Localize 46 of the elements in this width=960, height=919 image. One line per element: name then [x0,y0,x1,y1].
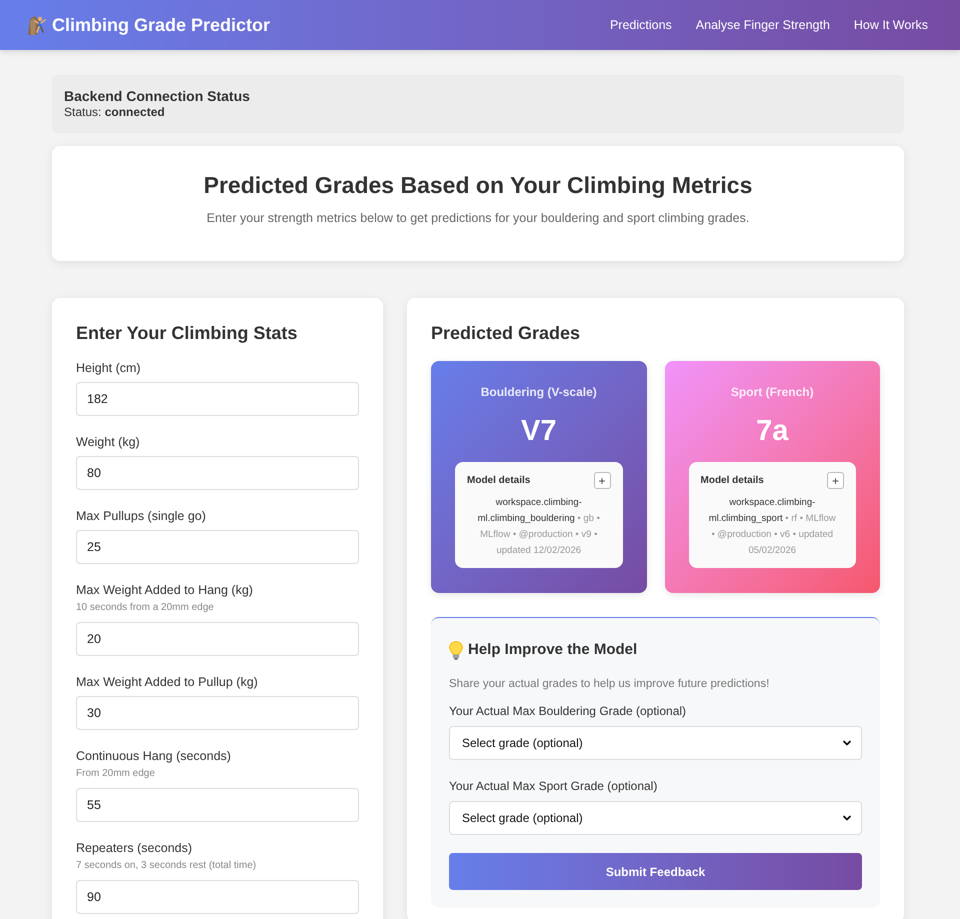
status-title: Backend Connection Status [64,88,250,105]
model-details-text: workspace.climbing-ml.climbing_bouldering • gb • MLflow • @production • v9 • updated 12/02/2026 [476,496,601,558]
expand-button[interactable]: + [594,472,610,489]
nav-link[interactable]: Predictions [610,16,672,34]
field-hint: From 20mm edge [76,768,155,780]
field-label: Repeaters (seconds) [76,840,192,856]
field-hint: 7 seconds on, 3 seconds rest (total time) [76,860,256,872]
field-label: Max Weight Added to Hang (kg) [76,582,253,598]
climber-icon [27,15,46,35]
grade-value: V7 [521,414,556,448]
grade-value: 7a [756,414,788,448]
grade-label: Bouldering (V-scale) [480,384,597,400]
grade-select[interactable]: Select grade (optional) [449,726,862,760]
field-hint: 10 seconds from a 20mm edge [76,602,214,614]
input-field[interactable]: 25 [76,530,359,564]
input-field[interactable]: 90 [76,880,359,914]
nav-link[interactable]: How It Works [854,16,928,34]
field-label: Height (cm) [76,360,141,376]
select-label: Your Actual Max Bouldering Grade (optional) [449,704,686,719]
input-field[interactable]: 182 [76,382,359,416]
app-title: Climbing Grade Predictor [52,14,270,37]
field-label: Max Pullups (single go) [76,508,206,524]
grade-label: Sport (French) [730,384,814,400]
status-text: Status: connected [64,105,165,120]
details-title: Model details [700,474,764,488]
field-label: Max Weight Added to Pullup (kg) [76,674,258,690]
hero-title: Predicted Grades Based on Your Climbing Metrics [204,171,752,200]
lightbulb-icon [449,640,463,660]
submit-button[interactable]: Submit Feedback [449,853,862,890]
select-label: Your Actual Max Sport Grade (optional) [449,779,658,794]
feedback-text: Share your actual grades to help us improve future predictions! [449,677,770,692]
input-field[interactable]: 20 [76,622,359,656]
nav-link[interactable]: Analyse Finger Strength [696,16,830,34]
grade-select[interactable]: Select grade (optional) [449,801,862,835]
model-details-text: workspace.climbing-ml.climbing_sport • rf • MLflow • @production • v6 • updated 05/02/2026 [708,496,837,558]
feedback-title: Help Improve the Model [468,640,638,660]
field-label: Weight (kg) [76,434,140,450]
field-label: Continuous Hang (seconds) [76,748,231,764]
section-title: Predicted Grades [431,322,580,344]
details-title: Model details [467,474,530,488]
input-field[interactable]: 30 [76,696,359,730]
input-field[interactable]: 55 [76,788,359,822]
hero-subtitle: Enter your strength metrics below to get predictions for your bouldering and sport climbing grades. [206,210,750,226]
form-title: Enter Your Climbing Stats [76,322,298,344]
input-field[interactable]: 80 [76,456,359,490]
expand-button[interactable]: + [827,472,844,489]
